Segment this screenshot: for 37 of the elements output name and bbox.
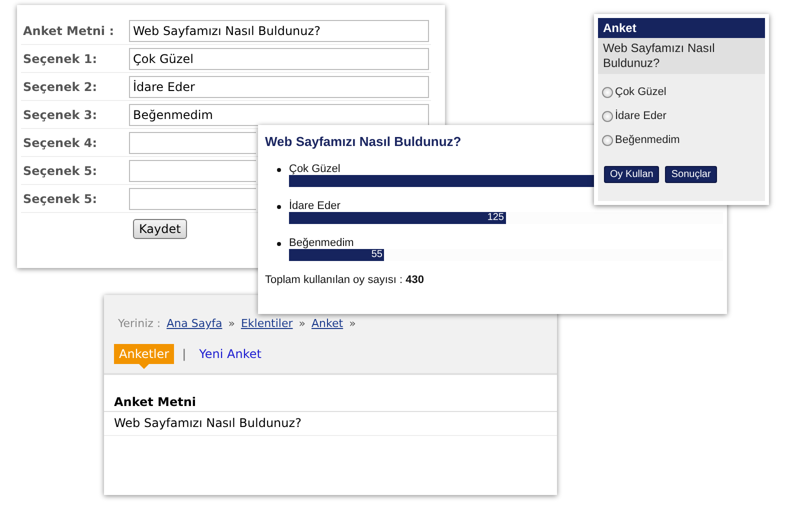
option-label: Beğenmedim	[289, 237, 354, 249]
field-label: Seçenek 3:	[22, 108, 98, 122]
option-label: Çok Güzel	[289, 163, 340, 175]
vote-total: Toplam kullanılan oy sayısı : 430	[265, 274, 425, 286]
vote-button[interactable]: Oy Kullan	[604, 166, 660, 183]
poll-question: Web Sayfamızı Nasıl Buldunuz?	[265, 134, 462, 149]
save-button[interactable]: Kaydet	[133, 219, 187, 239]
results-button[interactable]: Sonuçlar	[665, 166, 717, 183]
column-header: Anket Metni	[104, 391, 557, 412]
tab[interactable]: Yeni Anket	[194, 344, 266, 364]
breadcrumb-link[interactable]: Ana Sayfa	[166, 317, 222, 330]
breadcrumb-link[interactable]: Eklentiler	[240, 317, 293, 330]
input-field[interactable]: İdare Eder	[129, 76, 429, 98]
poll-question: Web Sayfamızı Nasıl Buldunuz?	[598, 38, 765, 74]
breadcrumb-separator: »	[228, 317, 235, 330]
option-label: Beğenmedim	[615, 134, 680, 146]
input-field[interactable]: Çok Güzel	[129, 48, 429, 70]
option-label: İdare Eder	[289, 200, 340, 212]
widget-title: Anket	[598, 18, 765, 38]
tab-divider: |	[182, 347, 186, 361]
option-label: İdare Eder	[615, 110, 666, 122]
vote-count: 125	[487, 212, 504, 223]
breadcrumb-link[interactable]: Anket	[312, 317, 344, 330]
breadcrumb-separator: »	[298, 317, 306, 330]
field-label: Seçenek 1:	[22, 52, 98, 66]
input-field[interactable]: Beğenmedim	[129, 104, 429, 126]
field-label: Seçenek 4:	[22, 136, 98, 150]
input-field[interactable]: Web Sayfamızı Nasıl Buldunuz?	[129, 20, 429, 42]
field-label: Seçenek 2:	[22, 80, 98, 94]
field-label: Seçenek 5:	[22, 192, 98, 206]
field-label: Seçenek 5:	[22, 164, 98, 178]
vote-count: 55	[371, 249, 382, 260]
table-cell: Web Sayfamızı Nasıl Buldunuz?	[104, 412, 557, 436]
breadcrumb-separator: »	[349, 317, 356, 330]
option-label: Çok Güzel	[615, 86, 666, 98]
breadcrumb-label: Yeriniz :	[118, 317, 161, 330]
field-label: Anket Metni :	[22, 24, 115, 38]
